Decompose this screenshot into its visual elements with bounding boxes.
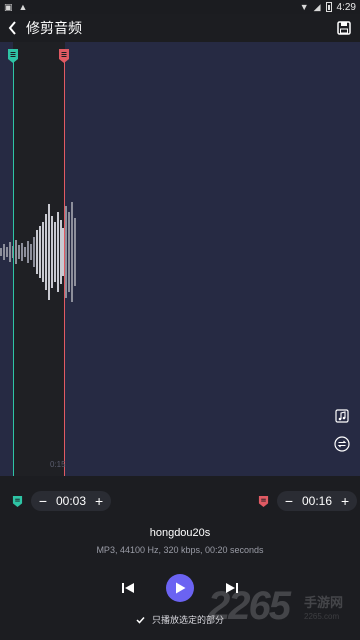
play-icon [176, 582, 186, 594]
end-time-increase-button[interactable]: + [338, 494, 352, 508]
status-bar: ▣ ▲ ▼ ◢ 4:29 [0, 0, 360, 14]
back-button[interactable] [1, 14, 25, 42]
skip-next-icon [226, 583, 238, 593]
play-selected-option[interactable]: 只播放选定的部分 [136, 613, 224, 626]
file-info: MP3, 44100 Hz, 320 kbps, 00:20 seconds [96, 545, 264, 555]
end-marker-line[interactable] [64, 62, 65, 476]
save-button[interactable] [336, 20, 352, 36]
bottom-panel: − 00:03 + − 00:16 + hongdou20s MP3, 4410… [0, 476, 360, 640]
wifi-icon: ▼ [299, 2, 309, 12]
file-name: hongdou20s [149, 527, 211, 539]
music-note-icon [335, 409, 349, 423]
screenshot-icon: ▣ [4, 1, 13, 12]
time-tick-label: 0:15 [50, 460, 66, 469]
chevron-left-icon [8, 21, 16, 35]
start-time-stepper: − 00:03 + [31, 491, 112, 511]
page-title: 修剪音频 [26, 20, 82, 36]
transport-controls [0, 573, 360, 603]
play-button[interactable] [166, 574, 194, 602]
start-time-value: 00:03 [56, 494, 87, 508]
start-time-control: − 00:03 + [12, 491, 112, 511]
play-selected-label: 只播放选定的部分 [152, 615, 225, 625]
skip-next-button[interactable] [224, 580, 240, 596]
swap-tool-button[interactable] [334, 436, 350, 452]
end-time-control: − 00:16 + [258, 491, 358, 511]
swap-icon [334, 436, 350, 452]
signal-icon: ◢ [313, 1, 321, 12]
battery-icon [325, 2, 332, 12]
end-time-stepper: − 00:16 + [277, 491, 358, 511]
waveform-area[interactable]: 0:15 [0, 42, 360, 476]
end-time-decrease-button[interactable]: − [282, 494, 296, 508]
start-time-increase-button[interactable]: + [92, 494, 106, 508]
start-time-decrease-button[interactable]: − [36, 494, 50, 508]
play-selected-checkbox[interactable] [136, 615, 145, 624]
save-icon [337, 21, 351, 35]
music-tool-button[interactable] [334, 408, 350, 424]
skip-previous-button[interactable] [120, 580, 136, 596]
start-marker-line[interactable] [13, 62, 14, 476]
skip-previous-icon [122, 583, 134, 593]
download-icon: ▲ [18, 2, 28, 12]
check-icon [136, 616, 145, 624]
end-marker-icon [258, 495, 269, 507]
end-marker-handle[interactable] [58, 48, 70, 64]
end-time-value: 00:16 [302, 494, 333, 508]
app-header: 修剪音频 [0, 14, 360, 42]
start-marker-icon [12, 495, 23, 507]
start-marker-handle[interactable] [7, 48, 19, 64]
status-time: 4:29 [336, 1, 356, 13]
waveform [0, 202, 76, 302]
